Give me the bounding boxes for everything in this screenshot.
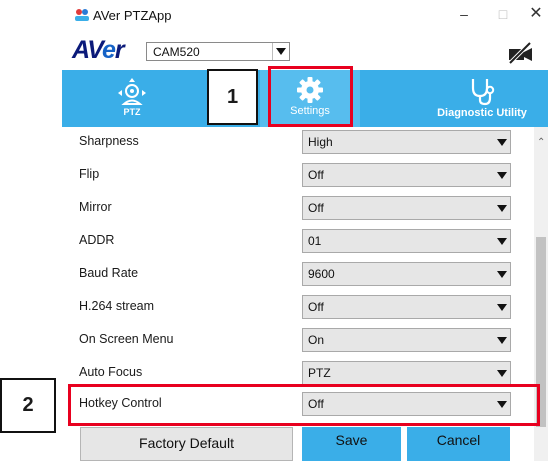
chevron-down-icon bbox=[493, 164, 510, 186]
addr-select[interactable]: 01 bbox=[302, 229, 511, 253]
setting-row-flip: Flip Off bbox=[62, 159, 532, 192]
chevron-down-icon bbox=[493, 296, 510, 318]
setting-label: On Screen Menu bbox=[79, 332, 174, 346]
setting-row-sharpness: Sharpness High bbox=[62, 126, 532, 159]
chevron-down-icon bbox=[493, 131, 510, 153]
setting-value: Off bbox=[308, 300, 324, 314]
tab-diagnostic-utility[interactable]: Diagnostic Utility bbox=[422, 70, 542, 127]
setting-label: Mirror bbox=[79, 200, 112, 214]
baud-rate-select[interactable]: 9600 bbox=[302, 262, 511, 286]
ptz-camera-icon bbox=[118, 78, 146, 105]
setting-value: High bbox=[308, 135, 333, 149]
setting-row-h264-stream: H.264 stream Off bbox=[62, 291, 532, 324]
setting-row-addr: ADDR 01 bbox=[62, 225, 532, 258]
minimize-button[interactable]: – bbox=[453, 4, 475, 24]
maximize-button[interactable]: □ bbox=[492, 4, 514, 24]
scroll-up-icon[interactable]: ⌃ bbox=[537, 137, 545, 148]
factory-default-button[interactable]: Factory Default bbox=[80, 427, 293, 461]
flip-select[interactable]: Off bbox=[302, 163, 511, 187]
setting-value: 9600 bbox=[308, 267, 335, 281]
mirror-select[interactable]: Off bbox=[302, 196, 511, 220]
setting-value: PTZ bbox=[308, 366, 331, 380]
save-button[interactable]: Save bbox=[302, 427, 401, 461]
setting-label: Auto Focus bbox=[79, 365, 143, 379]
title-bar: AVer PTZApp – □ ✕ bbox=[62, 0, 548, 30]
tab-diagnostic-label: Diagnostic Utility bbox=[437, 107, 527, 119]
hotkey-highlight-box bbox=[68, 384, 540, 426]
setting-value: 01 bbox=[308, 234, 322, 248]
on-screen-menu-select[interactable]: On bbox=[302, 328, 511, 352]
chevron-down-icon bbox=[272, 43, 289, 60]
step-1-badge: 1 bbox=[207, 69, 258, 125]
setting-label: ADDR bbox=[79, 233, 115, 247]
window-title: AVer PTZApp bbox=[93, 8, 172, 23]
app-icon bbox=[75, 9, 89, 21]
camera-select-value: CAM520 bbox=[153, 45, 200, 59]
close-button[interactable]: ✕ bbox=[525, 4, 547, 24]
tab-ptz-label: PTZ bbox=[123, 107, 141, 117]
cancel-button[interactable]: Cancel bbox=[407, 427, 510, 461]
auto-focus-select[interactable]: PTZ bbox=[302, 361, 511, 385]
setting-label: Baud Rate bbox=[79, 266, 139, 280]
stethoscope-icon bbox=[471, 79, 495, 106]
chevron-down-icon bbox=[493, 362, 510, 384]
camera-off-icon[interactable] bbox=[506, 42, 534, 64]
chevron-down-icon bbox=[493, 230, 510, 252]
sharpness-select[interactable]: High bbox=[302, 130, 511, 154]
chevron-down-icon bbox=[493, 197, 510, 219]
setting-row-mirror: Mirror Off bbox=[62, 192, 532, 225]
setting-label: Sharpness bbox=[79, 134, 139, 148]
tab-ptz[interactable]: PTZ bbox=[62, 70, 202, 127]
camera-select[interactable]: CAM520 bbox=[146, 42, 290, 61]
setting-label: Flip bbox=[79, 167, 100, 181]
setting-value: Off bbox=[308, 201, 324, 215]
chevron-down-icon bbox=[493, 329, 510, 351]
logo-part-av: AV bbox=[72, 36, 103, 64]
setting-row-on-screen-menu: On Screen Menu On bbox=[62, 324, 532, 357]
setting-value: On bbox=[308, 333, 325, 347]
step-2-badge: 2 bbox=[0, 378, 56, 433]
setting-row-baud-rate: Baud Rate 9600 bbox=[62, 258, 532, 291]
aver-logo: AVer bbox=[72, 36, 125, 65]
h264-stream-select[interactable]: Off bbox=[302, 295, 511, 319]
logo-part-r: r bbox=[114, 36, 125, 64]
logo-part-e: e bbox=[101, 36, 116, 64]
settings-highlight-box bbox=[268, 66, 353, 127]
setting-value: Off bbox=[308, 168, 324, 182]
chevron-down-icon bbox=[493, 263, 510, 285]
setting-label: H.264 stream bbox=[79, 299, 155, 313]
